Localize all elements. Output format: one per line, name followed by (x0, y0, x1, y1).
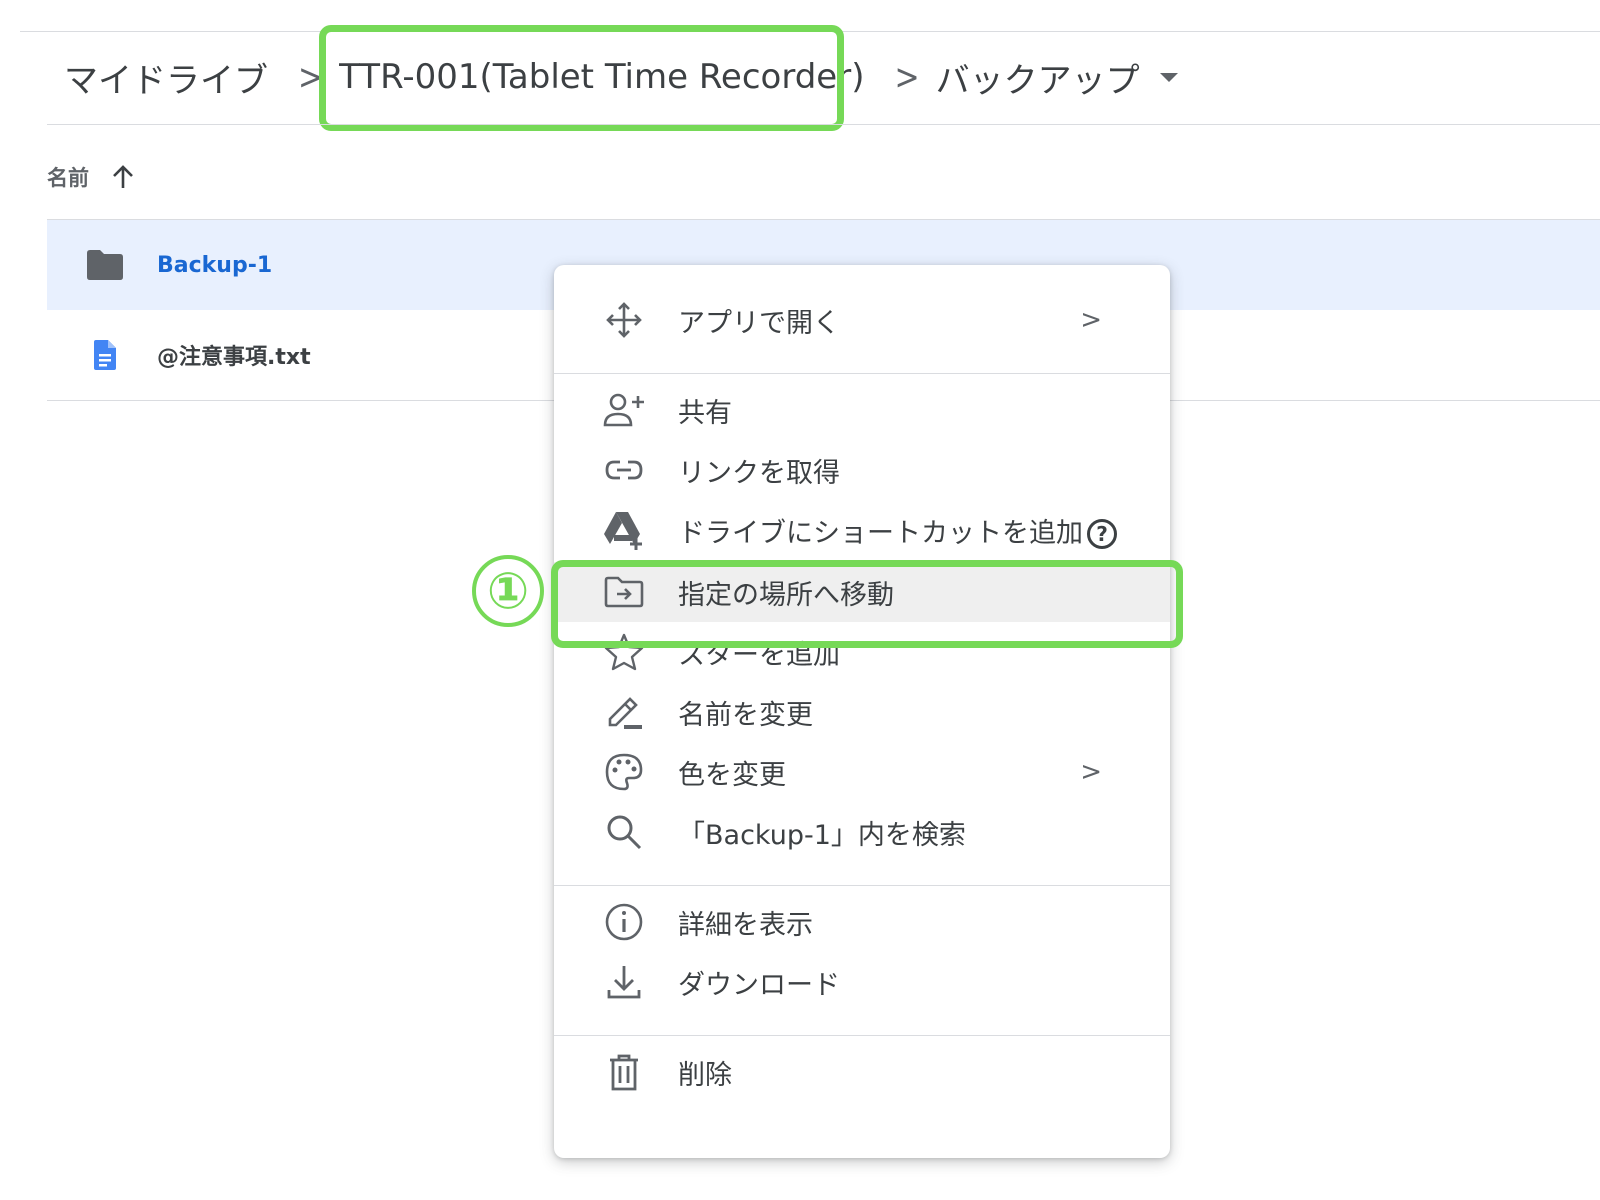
menu-item-label: ドライブにショートカットを追加? (678, 511, 1117, 550)
help-icon[interactable]: ? (1087, 519, 1117, 549)
breadcrumb-current-folder[interactable]: バックアップ (936, 53, 1178, 102)
menu-item-label: 名前を変更 (678, 699, 813, 731)
menu-item-label: 色を変更 (678, 759, 786, 791)
pencil-icon (602, 690, 646, 734)
breadcrumb-current-label: バックアップ (935, 60, 1140, 101)
chevron-right-icon: > (1080, 305, 1102, 335)
menu-item-view-details[interactable]: 詳細を表示 (554, 892, 1170, 952)
move-to-highlight-box (551, 560, 1183, 648)
menu-divider (554, 1035, 1170, 1036)
file-name: Backup-1 (157, 252, 273, 278)
breadcrumb-highlight-box (319, 25, 844, 131)
menu-item-label: アプリで開く (678, 307, 840, 339)
menu-item-change-color[interactable]: 色を変更 > (554, 742, 1170, 802)
menu-item-download[interactable]: ダウンロード (554, 952, 1170, 1012)
menu-item-add-shortcut[interactable]: ドライブにショートカットを追加? (554, 500, 1170, 560)
link-icon (602, 448, 646, 492)
menu-item-text: ドライブにショートカットを追加 (678, 517, 1083, 549)
menu-item-label: ダウンロード (678, 969, 840, 1001)
menu-item-share[interactable]: 共有 (554, 380, 1170, 440)
move-arrows-icon (602, 298, 646, 342)
menu-item-label: 共有 (678, 397, 732, 429)
trash-icon (602, 1050, 646, 1094)
file-name: @注意事項.txt (157, 345, 311, 370)
caret-down-icon (1159, 72, 1178, 82)
search-icon (602, 810, 646, 854)
context-menu: アプリで開く > 共有 リンクを取得 ドライブにショートカットを追加 ? 指定の… (554, 265, 1170, 1158)
menu-item-rename[interactable]: 名前を変更 (554, 682, 1170, 742)
arrow-up-icon[interactable] (111, 164, 135, 190)
name-column-header[interactable]: 名前 (47, 162, 135, 192)
menu-item-label: 「Backup-1」内を検索 (678, 819, 966, 851)
menu-item-label: リンクを取得 (678, 457, 840, 489)
menu-item-delete[interactable]: 削除 (554, 1042, 1170, 1102)
step-marker-1: ① (472, 555, 544, 627)
breadcrumb-my-drive[interactable]: マイドライブ (64, 53, 268, 102)
menu-divider (554, 373, 1170, 374)
menu-item-open-with[interactable]: アプリで開く > (554, 290, 1170, 350)
document-icon (83, 337, 127, 373)
chevron-right-icon: > (1080, 757, 1102, 787)
add-person-icon (602, 388, 646, 432)
breadcrumb-separator: > (894, 56, 920, 98)
palette-icon (602, 750, 646, 794)
name-column-label: 名前 (47, 166, 89, 190)
menu-item-search-within[interactable]: 「Backup-1」内を検索 (554, 802, 1170, 862)
info-icon (602, 900, 646, 944)
download-icon (602, 960, 646, 1004)
menu-item-label: 詳細を表示 (678, 909, 813, 941)
menu-item-label: 削除 (678, 1059, 732, 1091)
menu-divider (554, 885, 1170, 886)
drive-shortcut-icon (602, 508, 646, 552)
folder-icon (83, 247, 127, 283)
header-divider (47, 124, 1600, 125)
menu-item-get-link[interactable]: リンクを取得 (554, 440, 1170, 500)
